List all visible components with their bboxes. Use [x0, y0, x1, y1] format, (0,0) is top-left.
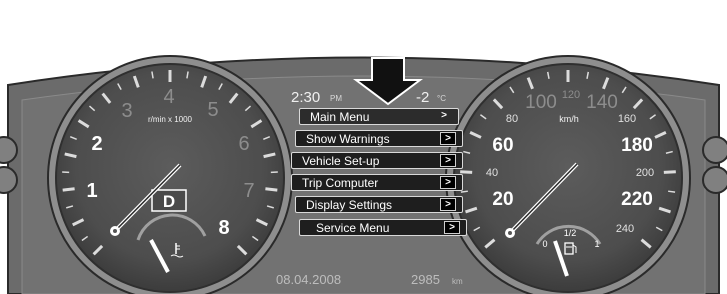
chevron-right-icon: >	[440, 154, 456, 167]
tach-label-6: 6	[238, 133, 249, 155]
speed-label-200: 200	[636, 167, 654, 179]
odometer-readout: 2985	[411, 272, 440, 287]
menu-item-main-menu[interactable]: Main Menu >	[299, 108, 459, 125]
speed-label-100: 100	[525, 92, 557, 113]
speed-label-220: 220	[621, 189, 653, 210]
dial-tick	[62, 187, 75, 192]
tach-label-3: 3	[121, 100, 132, 122]
speed-label-120: 120	[562, 89, 580, 101]
menu-item-label: Trip Computer	[302, 176, 379, 190]
tach-label-2: 2	[91, 133, 102, 155]
fuel-label-empty: 0	[542, 239, 547, 249]
tach-label-4: 4	[163, 86, 174, 108]
dial-tick	[663, 170, 676, 174]
speed-label-20: 20	[492, 189, 513, 210]
menu-item-vehicle-setup[interactable]: Vehicle Set-up >	[291, 152, 463, 169]
menu-item-label: Show Warnings	[306, 132, 390, 146]
dial-tick	[668, 190, 676, 193]
speed-label-40: 40	[486, 167, 498, 179]
speed-label-60: 60	[492, 135, 513, 156]
odometer-unit: km	[452, 277, 463, 286]
tachometer: r/min x 1000 1 2 3 4 5 6 7 8 D	[47, 55, 293, 294]
menu-item-label: Service Menu	[316, 221, 390, 235]
speed-label-140: 140	[586, 92, 618, 113]
speed-unit-label: km/h	[559, 114, 579, 124]
fuel-label-half: 1/2	[564, 228, 577, 238]
chevron-right-icon: >	[441, 110, 447, 121]
dial-tick	[460, 190, 468, 193]
chevron-right-icon: >	[440, 198, 456, 211]
clock-ampm: PM	[330, 94, 342, 103]
tach-label-7: 7	[243, 180, 254, 202]
speed-label-160: 160	[618, 113, 636, 125]
tach-unit-label: r/min x 1000	[148, 115, 193, 124]
chevron-right-icon: >	[444, 221, 460, 234]
clock-readout: 2:30	[291, 89, 320, 106]
menu-item-label: Display Settings	[306, 198, 393, 212]
speed-label-80: 80	[506, 113, 518, 125]
temperature-unit: °C	[437, 94, 446, 103]
gear-indicator: D	[163, 192, 175, 211]
chevron-right-icon: >	[440, 132, 456, 145]
speed-label-240: 240	[616, 223, 634, 235]
speedometer: km/h 20 40 60 80 100 120 140 160 180 200…	[445, 55, 691, 294]
menu-item-service-menu[interactable]: Service Menu >	[299, 219, 467, 236]
menu-item-label: Vehicle Set-up	[302, 154, 380, 168]
menu-item-display-settings[interactable]: Display Settings >	[295, 196, 463, 213]
fuel-label-full: 1	[594, 239, 599, 249]
menu-item-trip-computer[interactable]: Trip Computer >	[291, 174, 463, 191]
menu-item-show-warnings[interactable]: Show Warnings >	[295, 130, 463, 147]
speed-label-180: 180	[621, 135, 653, 156]
outside-temperature: -2	[416, 89, 429, 106]
tach-label-8: 8	[218, 217, 229, 239]
dial-tick	[460, 170, 473, 174]
menu-item-label: Main Menu	[310, 110, 370, 124]
dial-tick	[265, 187, 278, 192]
tach-label-5: 5	[207, 99, 218, 121]
date-readout: 08.04.2008	[276, 272, 341, 287]
chevron-right-icon: >	[440, 176, 456, 189]
tach-label-1: 1	[86, 180, 97, 202]
